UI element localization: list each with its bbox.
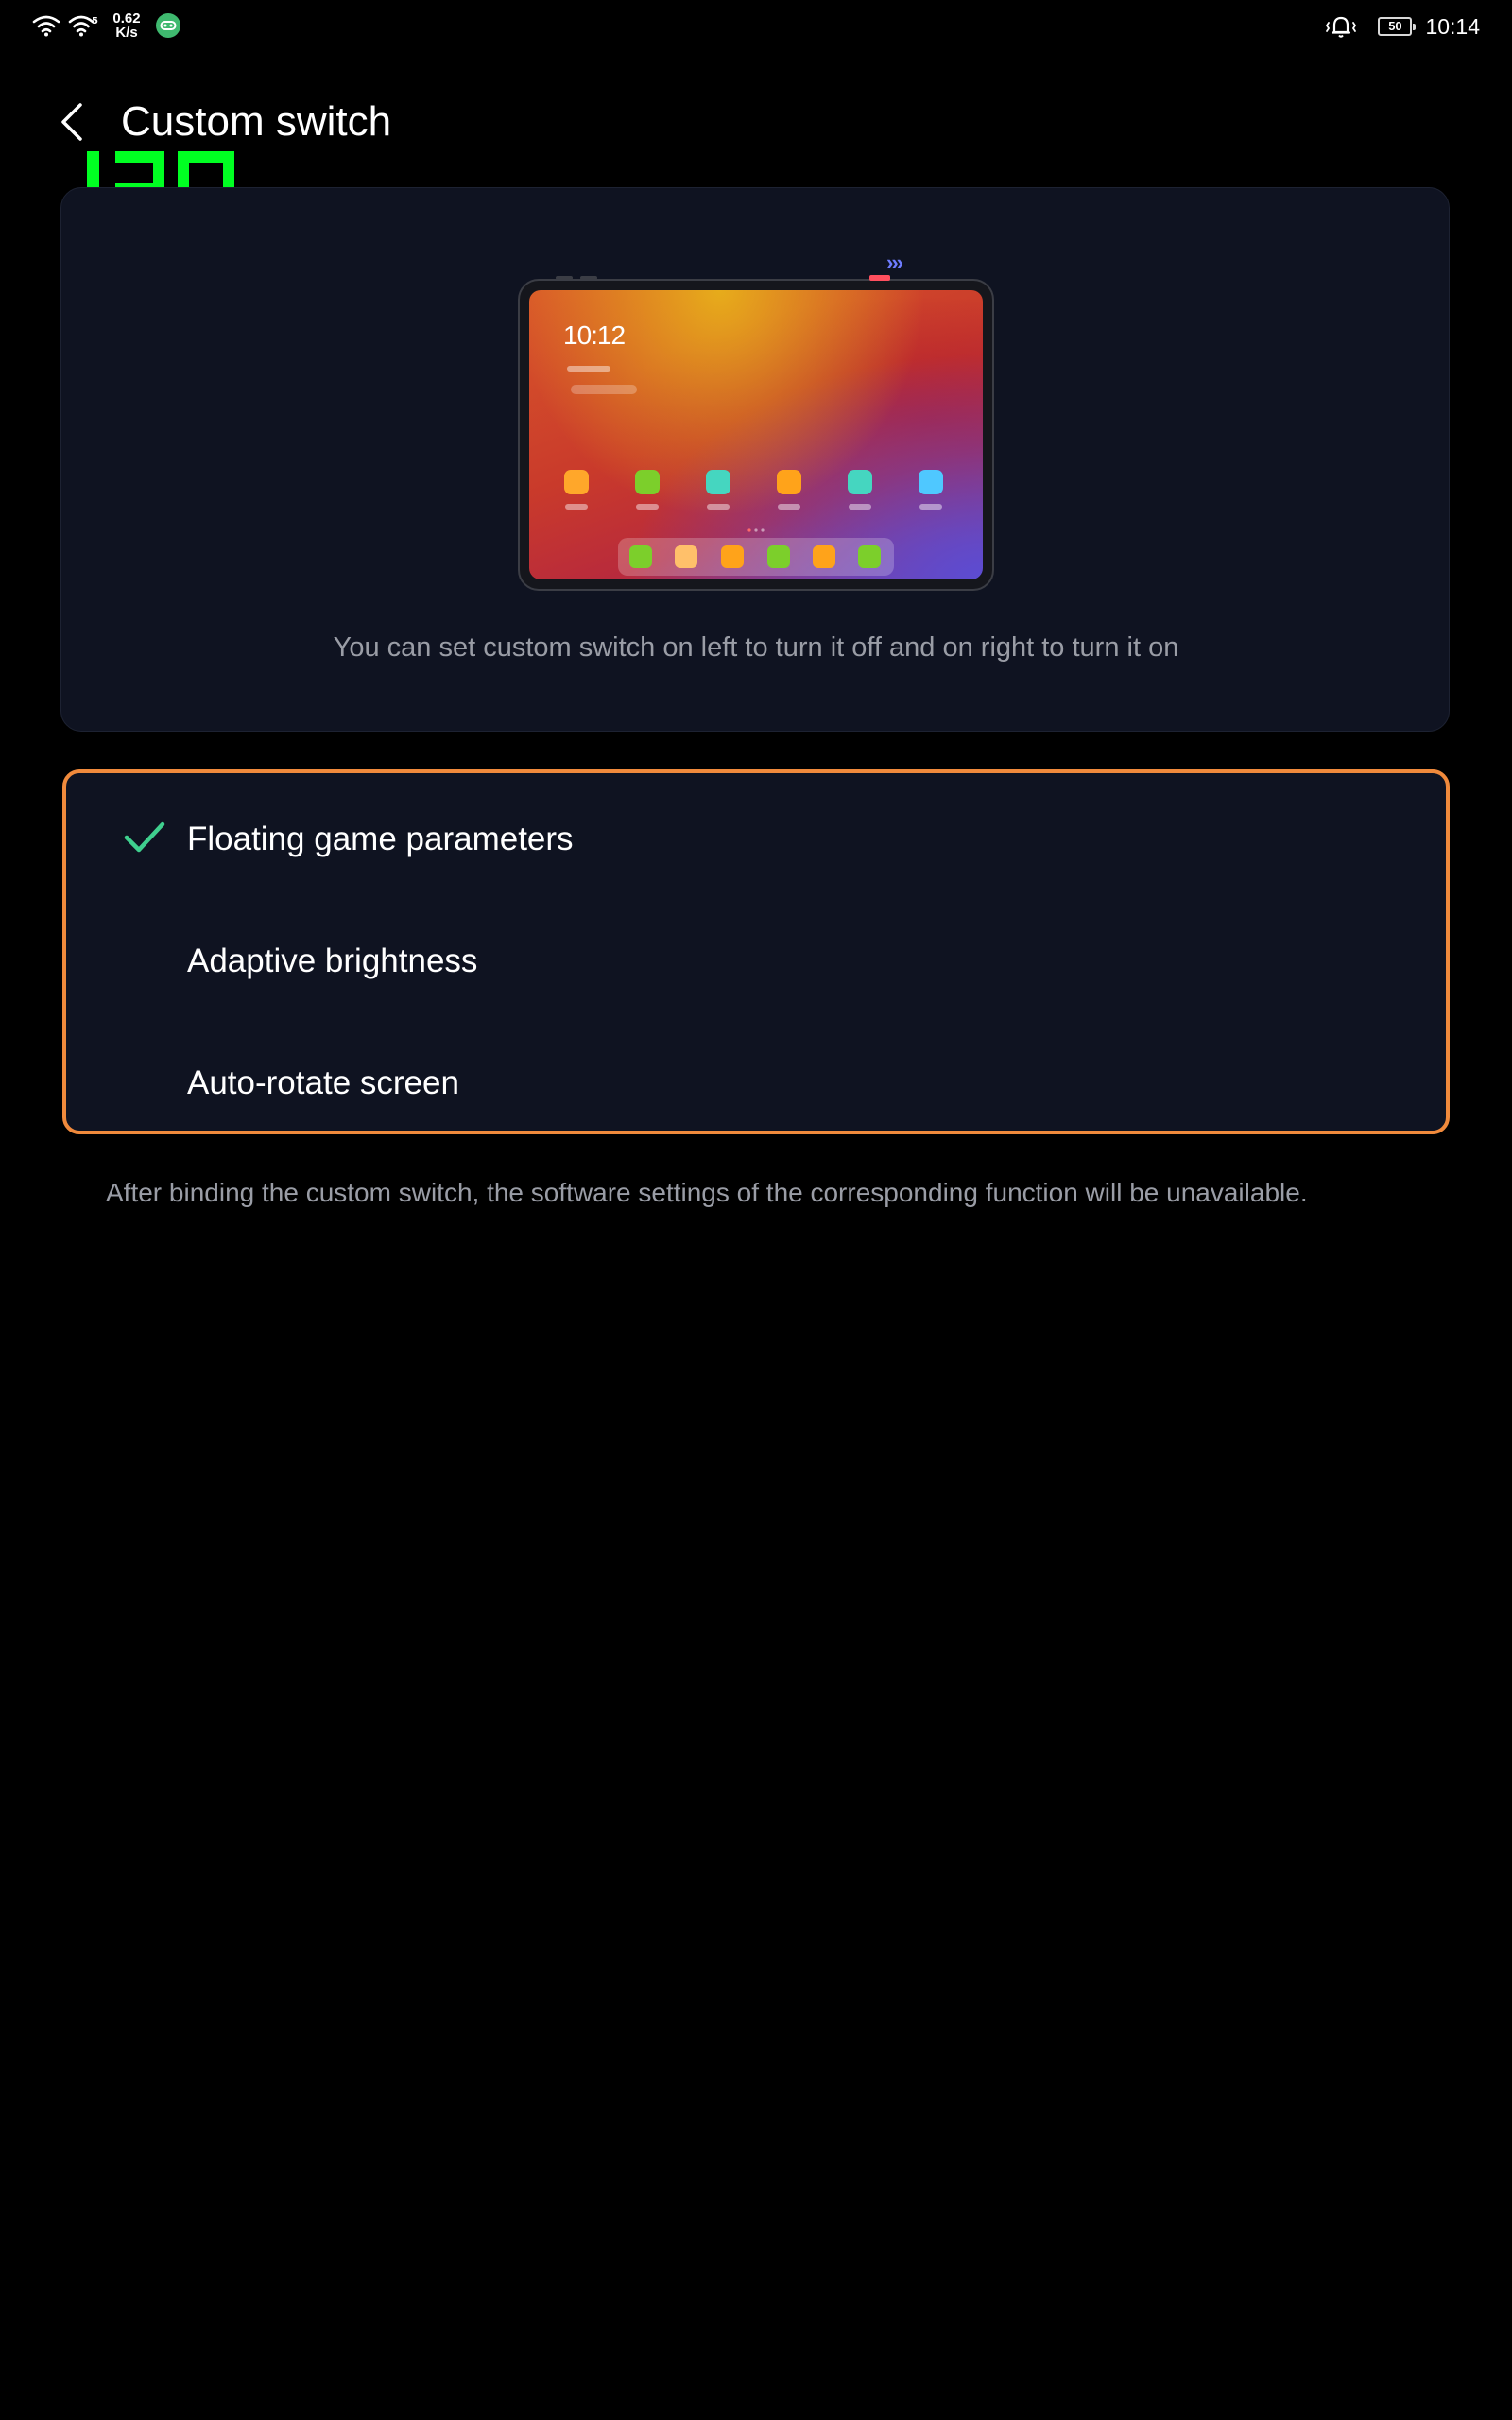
- page-title: Custom switch: [121, 98, 392, 145]
- dock-app-icon: [813, 545, 835, 568]
- status-bar: 5 0.62 K/s 50 10:14: [0, 0, 1512, 55]
- status-left: 5 0.62 K/s: [32, 11, 181, 40]
- battery-icon: 50: [1378, 17, 1417, 36]
- vibrate-bell-icon: [1326, 16, 1357, 38]
- battery-level: 50: [1388, 19, 1402, 33]
- option-auto-rotate-screen[interactable]: Auto-rotate screen: [66, 1027, 1446, 1140]
- footnote-text: After binding the custom switch, the sof…: [106, 1178, 1308, 1207]
- illustration-caption: You can set custom switch on left to tur…: [333, 632, 1179, 663]
- dock-app-icon: [858, 545, 881, 568]
- svg-text:5: 5: [92, 16, 98, 26]
- option-adaptive-brightness[interactable]: Adaptive brightness: [66, 905, 1446, 1018]
- app-icon: [848, 470, 872, 494]
- network-speed-value: 0.62: [112, 10, 141, 26]
- app-icon: [564, 470, 589, 494]
- back-button[interactable]: [53, 98, 91, 146]
- app-icon: [919, 470, 943, 494]
- app-label: [565, 504, 588, 510]
- option-label: Adaptive brightness: [187, 942, 478, 979]
- dock-app-icon: [675, 545, 697, 568]
- dock-app-icon: [767, 545, 790, 568]
- option-label: Floating game parameters: [187, 821, 574, 857]
- dock-app-icon: [721, 545, 744, 568]
- app-label: [636, 504, 659, 510]
- wifi-hotspot-icon: 5: [68, 15, 98, 37]
- app-label: [707, 504, 730, 510]
- custom-switch-options: Floating game parameters Adaptive bright…: [62, 769, 1450, 1134]
- option-floating-game-parameters[interactable]: Floating game parameters: [66, 783, 1446, 896]
- widget-line: [571, 385, 637, 394]
- illustration-card: ››› 10:12 You can set custom switch on l…: [60, 187, 1450, 732]
- network-speed-unit: K/s: [115, 25, 138, 41]
- app-label: [849, 504, 871, 510]
- game-assistant-icon: [156, 13, 180, 38]
- tablet-clock: 10:12: [563, 320, 626, 350]
- app-icon: [635, 470, 660, 494]
- tablet-dock: [618, 538, 894, 576]
- dock-app-icon: [629, 545, 652, 568]
- status-time: 10:14: [1425, 13, 1480, 39]
- app-label: [778, 504, 800, 510]
- app-icon: [706, 470, 730, 494]
- app-label: [919, 504, 942, 510]
- chevron-left-icon: [61, 103, 82, 141]
- checkmark-icon: [124, 821, 165, 853]
- option-label: Auto-rotate screen: [187, 1064, 459, 1101]
- tablet-screen: 10:12: [529, 290, 983, 579]
- custom-switch-slider: [869, 275, 890, 281]
- widget-line: [567, 366, 610, 372]
- wifi-icon: [32, 15, 60, 37]
- page-indicator: [747, 528, 765, 532]
- status-right: 50 10:14: [1325, 13, 1480, 40]
- app-icon: [777, 470, 801, 494]
- tablet-illustration: 10:12: [518, 275, 994, 591]
- network-speed: 0.62 K/s: [108, 11, 146, 40]
- switch-direction-arrows: ›››: [886, 251, 903, 274]
